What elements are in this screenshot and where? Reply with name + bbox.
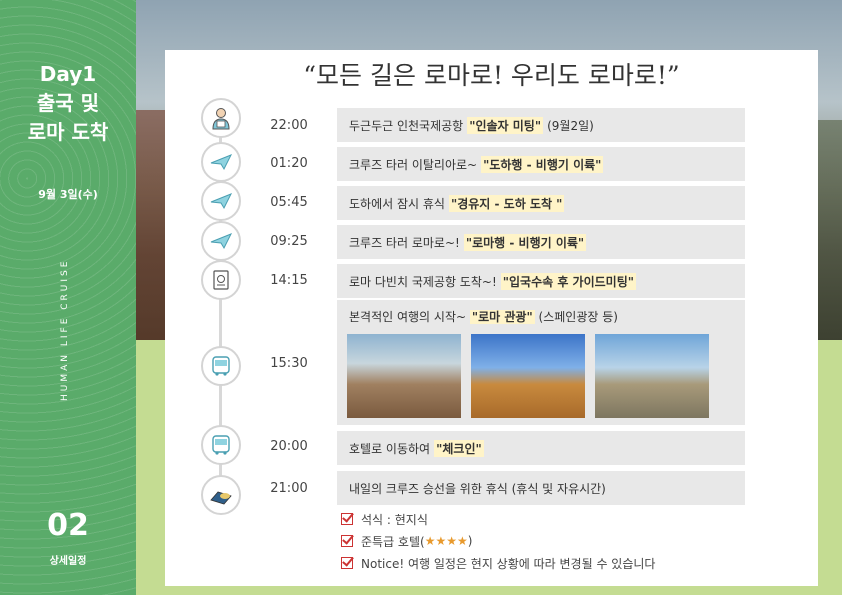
time-label: 05:45 [270,195,308,210]
schedule-item: 로마 다빈치 국제공항 도착~! "입국수속 후 가이드미팅" [337,264,745,298]
note-notice: Notice! 여행 일정은 현지 상황에 따라 변경될 수 있습니다 [341,552,655,574]
bus-icon [201,425,241,465]
notes-list: 석식 : 현지식 준특급 호텔(★★★★) Notice! 여행 일정은 현지 … [341,508,655,574]
colosseum-photo [471,334,585,418]
time-label: 22:00 [270,118,308,133]
guide-person-icon [201,98,241,138]
time-label: 14:15 [270,273,308,288]
time-label: 09:25 [270,234,308,249]
note-text: Notice! 여행 일정은 현지 상황에 따라 변경될 수 있습니다 [361,556,656,571]
checkmark-icon [341,513,353,525]
schedule-highlight: "경유지 - 도하 도착 " [448,194,565,212]
paper-plane-icon [201,181,241,221]
star-rating: ★★★★ [424,534,468,548]
side-panel: Day1 출국 및 로마 도착 9월 3일(수) HUMAN LIFE CRUI… [0,0,136,595]
schedule-item: 호텔로 이동하여 "체크인" [337,431,745,465]
schedule-text: 호텔로 이동하여 [349,441,431,456]
schedule-highlight: "로마 관광" [469,310,535,324]
schedule-highlight: "인솔자 미팅" [467,116,544,134]
schedule-highlight: "입국수속 후 가이드미팅" [500,272,637,290]
day-title-line1: Day1 [39,62,97,86]
paper-plane-icon [201,221,241,261]
schedule-text: 로마 다빈치 국제공항 도착~! [349,274,497,289]
note-text: 석식 : 현지식 [361,512,428,527]
schedule-text: 크루즈 타러 로마로~! [349,235,460,250]
bus-icon [201,346,241,386]
note-text: 준특급 호텔( [361,534,425,549]
passport-icon [201,260,241,300]
day-title-line2: 출국 및 [36,91,100,115]
schedule-highlight: "체크인" [434,439,484,457]
schedule-note: (9월2일) [547,118,594,133]
page-subtitle: 상세일정 [49,556,87,567]
note-text-end: ) [467,534,473,548]
checkmark-icon [341,557,353,569]
day-date: 9월 3일(수) [38,188,98,201]
time-label: 20:00 [270,439,308,454]
roman-forum-photo [595,334,709,418]
paper-plane-icon [201,142,241,182]
brand-vertical-text: HUMAN LIFE CRUISE [60,258,70,402]
schedule-item: 내일의 크루즈 승선을 위한 휴식 (휴식 및 자유시간) [337,471,745,505]
schedule-text: 도하에서 잠시 휴식 [349,196,445,211]
time-label: 01:20 [270,156,308,171]
time-label: 21:00 [270,481,308,496]
rome-cityscape-photo [347,334,461,418]
schedule-text: 크루즈 타러 이탈리아로~ [349,157,478,172]
bed-icon [201,475,241,515]
schedule-note: (스페인광장 등) [538,310,618,324]
schedule-item: 도하에서 잠시 휴식 "경유지 - 도하 도착 " [337,186,745,220]
schedule-text: 내일의 크루즈 승선을 위한 휴식 (휴식 및 자유시간) [349,481,606,496]
schedule-item: 크루즈 타러 이탈리아로~ "도하행 - 비행기 이륙" [337,147,745,181]
schedule-text: 본격적인 여행의 시작~ [349,310,467,324]
schedule-highlight: "도하행 - 비행기 이륙" [481,155,604,173]
schedule-card: “모든 길은 로마로! 우리도 로마로!” 22:00 두근두근 인천국제공항 … [165,50,818,586]
checkmark-icon [341,535,353,547]
schedule-item: 두근두근 인천국제공항 "인솔자 미팅" (9월2일) [337,108,745,142]
page-number: 02 [47,508,89,543]
schedule-highlight: "로마행 - 비행기 이륙" [463,233,587,251]
schedule-item-text: 본격적인 여행의 시작~ "로마 관광" (스페인광장 등) [349,308,618,325]
note-meal: 석식 : 현지식 [341,508,655,530]
day-title: Day1 출국 및 로마 도착 [0,60,136,147]
page-title: “모든 길은 로마로! 우리도 로마로!” [303,61,680,90]
schedule-item-tour: 본격적인 여행의 시작~ "로마 관광" (스페인광장 등) [337,300,745,425]
note-hotel: 준특급 호텔(★★★★) [341,530,655,552]
schedule-text: 두근두근 인천국제공항 [349,118,464,133]
day-title-line3: 로마 도착 [27,120,109,144]
schedule-item: 크루즈 타러 로마로~! "로마행 - 비행기 이륙" [337,225,745,259]
time-label: 15:30 [270,356,308,371]
